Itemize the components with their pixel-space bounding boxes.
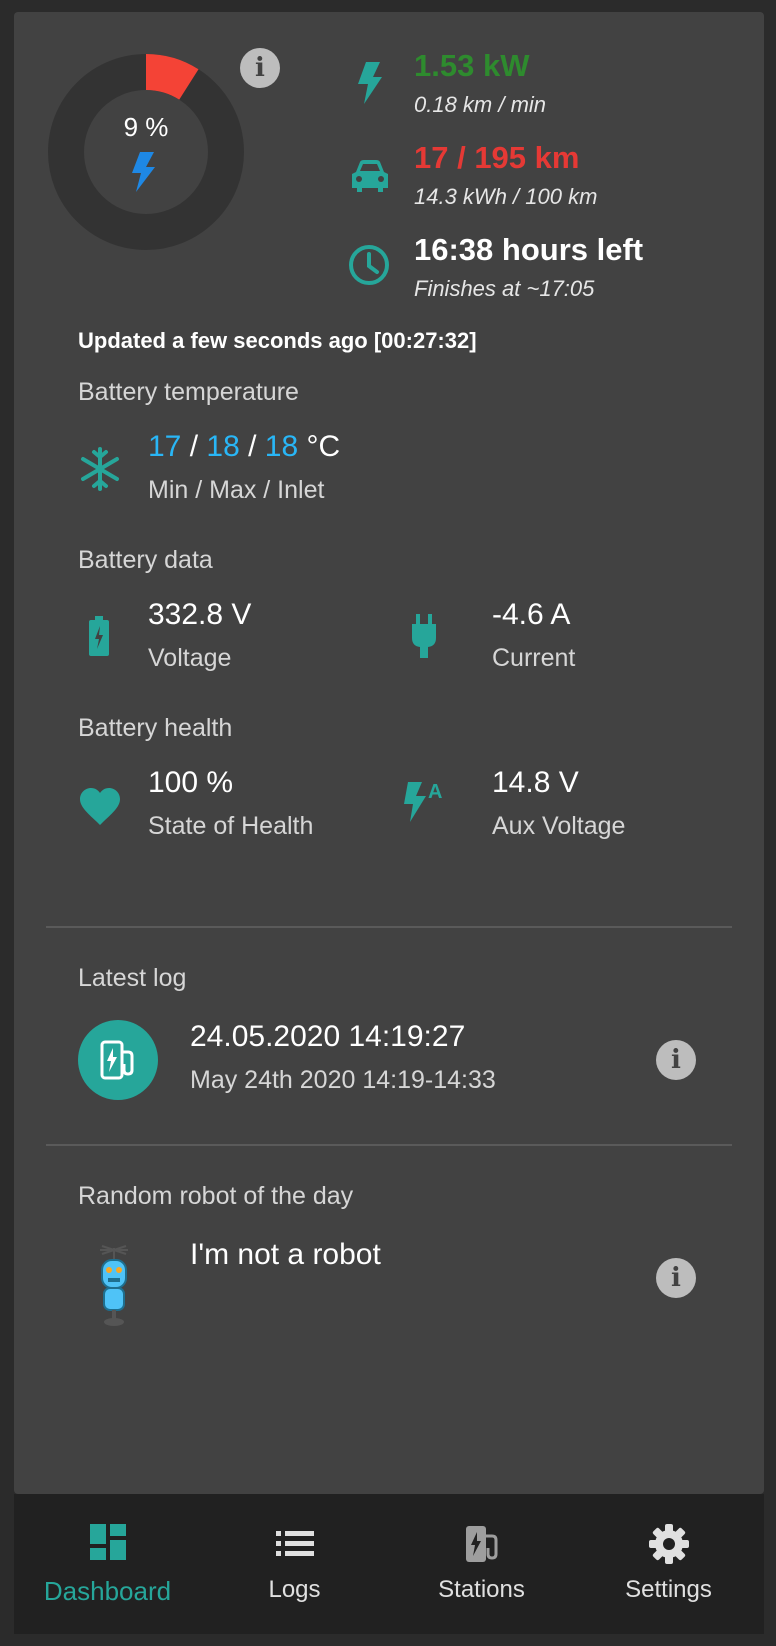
latest-log-range: May 24th 2020 14:19-14:33 (190, 1066, 496, 1094)
power-value: 1.53 kW (414, 48, 530, 83)
range-value: 17 / 195 km (414, 140, 580, 175)
speed-value: 0.18 km / min (414, 92, 547, 117)
aux-voltage-value: 14.8 V (492, 766, 579, 799)
voltage-label: Voltage (148, 644, 232, 672)
temperature-separator: / (181, 430, 207, 463)
divider (46, 1144, 732, 1146)
nav-dashboard-label: Dashboard (43, 1576, 172, 1606)
car-icon (352, 160, 388, 192)
robot-title: Random robot of the day (78, 1182, 354, 1210)
clock-icon (349, 245, 389, 285)
svg-text:A: A (428, 781, 442, 803)
charge-gauge-fill (145, 54, 199, 101)
charge-percent: 9 % (123, 112, 169, 142)
dashboard-card: 9 % i 1.53 kW 0.18 km / min 17 / 195 km … (14, 12, 764, 1494)
aux-bolt-icon: A (404, 781, 442, 822)
soh-value: 100 % (148, 766, 234, 799)
aux-voltage-label: Aux Voltage (492, 812, 626, 840)
temperature-min: 17 (148, 430, 182, 463)
temperature-separator: / (239, 430, 265, 463)
consumption-value: 14.3 kWh / 100 km (414, 184, 598, 209)
temperature-unit: °C (298, 430, 341, 463)
battery-icon (89, 616, 109, 656)
charging-station-avatar (78, 1020, 158, 1100)
nav-logs-label: Logs (268, 1576, 321, 1603)
latest-log-date[interactable]: 24.05.2020 14:19:27 (190, 1020, 465, 1054)
battery-data-title: Battery data (78, 546, 213, 574)
nav-dashboard[interactable]: Dashboard (14, 1494, 201, 1634)
list-icon (275, 1531, 314, 1556)
nav-logs[interactable]: Logs (201, 1494, 388, 1634)
finish-time: Finishes at ~17:05 (414, 276, 595, 301)
dashboard-icon (89, 1524, 126, 1560)
snowflake-icon (81, 447, 119, 491)
robot-text: I'm not a robot (190, 1238, 381, 1271)
gauge-info-icon[interactable]: i (240, 48, 280, 88)
time-left: 16:38 hours left (414, 232, 644, 267)
bolt-icon (358, 62, 382, 104)
nav-settings[interactable]: Settings (575, 1494, 762, 1634)
nav-settings-label: Settings (625, 1576, 712, 1603)
temperature-max: 18 (206, 430, 240, 463)
current-value: -4.6 A (492, 598, 571, 631)
bolt-icon (132, 152, 155, 192)
heart-icon (80, 788, 120, 825)
divider (46, 926, 732, 928)
robot-info-icon[interactable]: i (656, 1258, 696, 1298)
latest-log-title: Latest log (78, 964, 187, 992)
nav-stations[interactable]: Stations (388, 1494, 575, 1634)
battery-health-title: Battery health (78, 714, 233, 742)
temperature-label: Min / Max / Inlet (148, 476, 325, 504)
current-label: Current (492, 644, 576, 672)
battery-temperature-title: Battery temperature (78, 378, 299, 406)
nav-stations-label: Stations (438, 1576, 525, 1603)
latest-log-info-icon[interactable]: i (656, 1040, 696, 1080)
soh-label: State of Health (148, 812, 314, 840)
gear-icon (648, 1524, 689, 1564)
charging-station-icon (465, 1526, 497, 1562)
temperature-values: 17 / 18 / 18 °C (148, 430, 340, 464)
updated-status: Updated a few seconds ago [00:27:32] (78, 328, 477, 353)
voltage-value: 332.8 V (148, 598, 252, 631)
charging-station-icon (100, 1040, 134, 1080)
bottom-navigation: Dashboard Logs Stations Settings (14, 1494, 764, 1634)
temperature-inlet: 18 (264, 430, 299, 463)
plug-icon (412, 614, 436, 658)
robot-icon (100, 1245, 128, 1326)
